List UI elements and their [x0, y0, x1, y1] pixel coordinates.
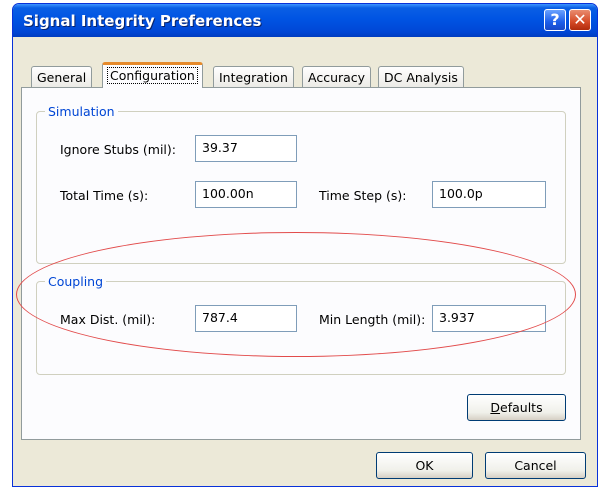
tab-configuration[interactable]: Configuration [102, 62, 203, 88]
close-icon: ✕ [573, 10, 587, 29]
cancel-label: Cancel [514, 458, 557, 473]
coupling-legend: Coupling [45, 274, 107, 289]
ok-label: OK [415, 458, 434, 473]
coupling-group: Coupling Max Dist. (mil): 787.4 Min Leng… [36, 274, 566, 375]
ignore-stubs-input[interactable]: 39.37 [195, 135, 297, 162]
defaults-button[interactable]: Defaults [467, 394, 566, 421]
help-icon: ? [550, 10, 560, 29]
time-step-input[interactable]: 100.0p [432, 181, 546, 208]
tab-label: Configuration [107, 67, 198, 84]
help-button[interactable]: ? [544, 9, 566, 31]
cancel-button[interactable]: Cancel [485, 452, 586, 479]
total-time-label: Total Time (s): [60, 188, 149, 203]
max-dist-label: Max Dist. (mil): [60, 312, 156, 327]
time-step-label: Time Step (s): [319, 188, 407, 203]
window-title: Signal Integrity Preferences [23, 12, 262, 30]
ignore-stubs-label: Ignore Stubs (mil): [60, 142, 176, 157]
max-dist-input[interactable]: 787.4 [195, 305, 297, 332]
tab-general[interactable]: General [31, 66, 93, 87]
ok-button[interactable]: OK [376, 452, 473, 479]
configuration-panel: Simulation Ignore Stubs (mil): 39.37 Tot… [21, 87, 581, 440]
min-length-label: Min Length (mil): [319, 312, 426, 327]
min-length-input[interactable]: 3.937 [432, 305, 546, 332]
close-button[interactable]: ✕ [569, 9, 591, 31]
preferences-dialog: Signal Integrity Preferences ? ✕ General… [12, 3, 598, 487]
total-time-input[interactable]: 100.00n [195, 181, 297, 208]
tab-dc-analysis[interactable]: DC Analysis [378, 66, 464, 87]
tab-strip: General Configuration Integration Accura… [21, 62, 581, 88]
tab-label: General [37, 70, 87, 85]
title-bar[interactable]: Signal Integrity Preferences ? ✕ [13, 4, 597, 37]
simulation-group: Simulation Ignore Stubs (mil): 39.37 Tot… [36, 104, 566, 264]
tab-label: DC Analysis [384, 70, 458, 85]
simulation-legend: Simulation [45, 104, 118, 119]
tab-label: Accuracy [308, 70, 366, 85]
defaults-label: efaults [500, 400, 543, 415]
tab-integration[interactable]: Integration [213, 66, 294, 87]
tab-accuracy[interactable]: Accuracy [302, 66, 372, 87]
defaults-accelerator: D [490, 400, 501, 415]
tab-label: Integration [219, 70, 288, 85]
